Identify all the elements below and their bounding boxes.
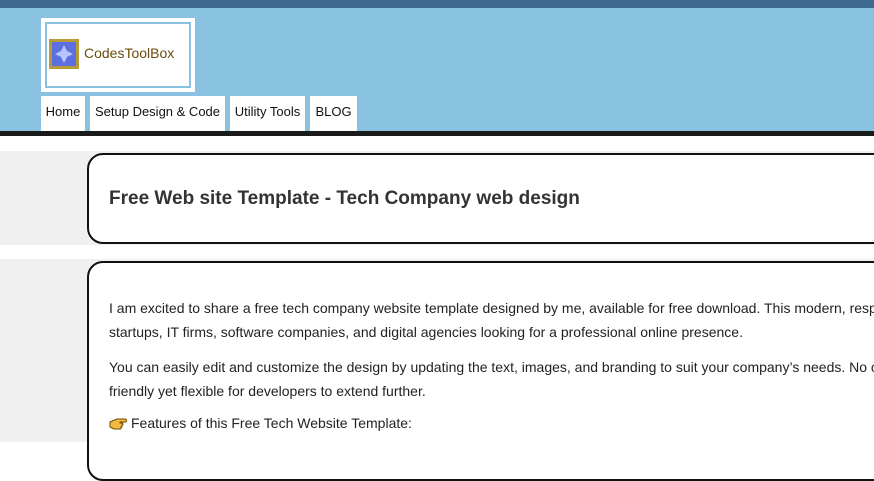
- nav-utility-tools[interactable]: Utility Tools: [230, 96, 305, 131]
- site-logo[interactable]: CodesToolBox: [41, 18, 195, 92]
- nav-blog[interactable]: BLOG: [310, 96, 357, 131]
- top-strip: [0, 0, 874, 8]
- title-card: Free Web site Template - Tech Company we…: [87, 153, 874, 244]
- codestoolbox-logo-icon: [49, 39, 79, 69]
- logo-text: CodesToolBox: [84, 45, 175, 61]
- features-heading-text: Features of this Free Tech Website Templ…: [131, 415, 412, 431]
- page-title: Free Web site Template - Tech Company we…: [109, 188, 580, 209]
- customize-line-2: friendly yet flexible for developers to …: [109, 383, 426, 399]
- intro-line-2: startups, IT firms, software companies, …: [109, 324, 743, 340]
- intro-line-1: I am excited to share a free tech compan…: [109, 300, 874, 316]
- nav-setup-design-code[interactable]: Setup Design & Code: [90, 96, 225, 131]
- features-heading: Features of this Free Tech Website Templ…: [109, 415, 412, 431]
- content-card: I am excited to share a free tech compan…: [87, 261, 874, 481]
- customize-paragraph: You can easily edit and customize the de…: [109, 355, 874, 403]
- intro-paragraph: I am excited to share a free tech compan…: [109, 296, 874, 344]
- nav-home[interactable]: Home: [41, 96, 85, 131]
- pointing-hand-icon: [109, 418, 127, 430]
- customize-line-1: You can easily edit and customize the de…: [109, 359, 874, 375]
- header-divider: [0, 131, 874, 136]
